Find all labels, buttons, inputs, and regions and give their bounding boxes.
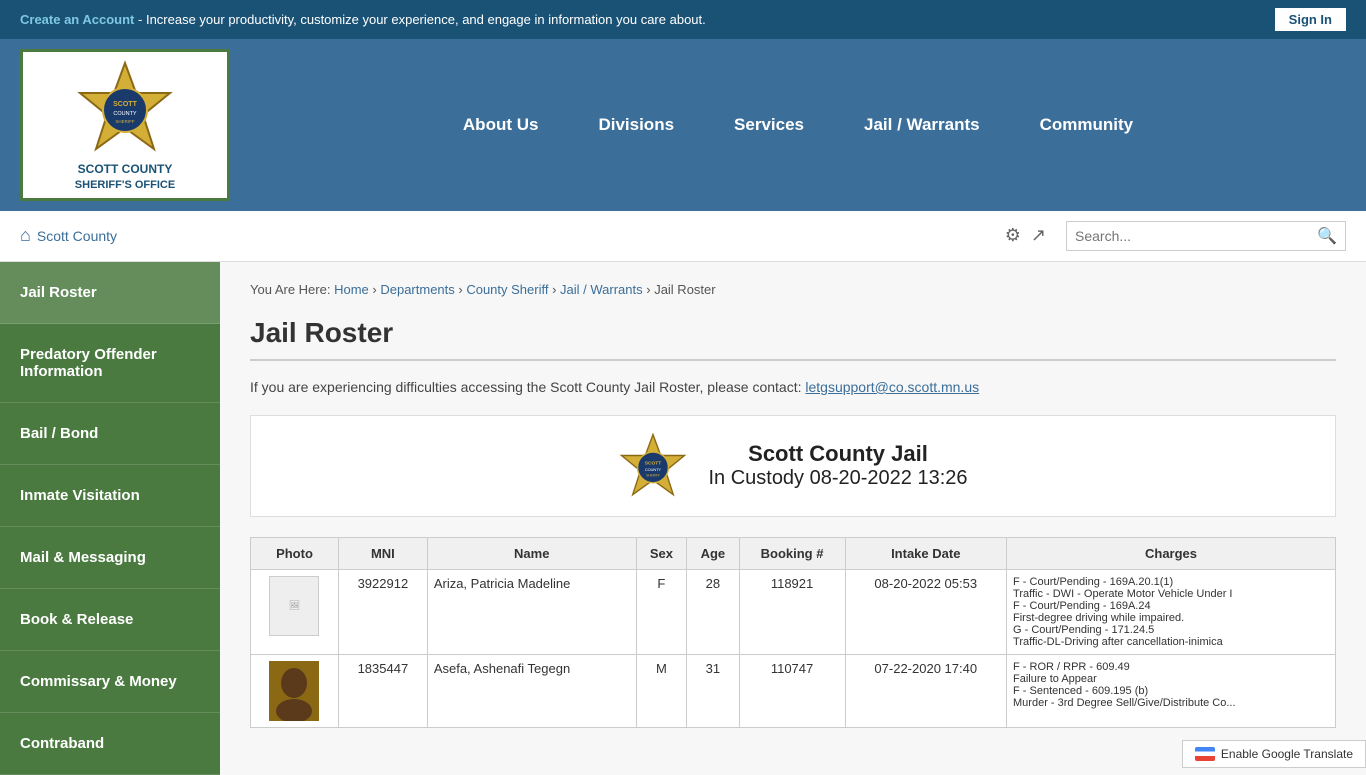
table-header-row: Photo MNI Name Sex Age Booking # Intake … bbox=[251, 537, 1336, 569]
logo-area: SCOTT COUNTY SHERIFF SCOTT COUNTY SHERIF… bbox=[20, 49, 230, 201]
col-intake: Intake Date bbox=[845, 537, 1007, 569]
roster-title-line2: In Custody 08-20-2022 13:26 bbox=[708, 467, 967, 490]
cell-photo: 🖼 bbox=[251, 569, 339, 654]
cell-intake: 07-22-2020 17:40 bbox=[845, 654, 1007, 727]
search-input[interactable] bbox=[1075, 228, 1317, 244]
top-bar-tagline: - Increase your productivity, customize … bbox=[138, 12, 706, 27]
photo-placeholder: 🖼 bbox=[269, 576, 319, 636]
site-header: SCOTT COUNTY SHERIFF SCOTT COUNTY SHERIF… bbox=[0, 39, 1366, 211]
col-booking: Booking # bbox=[739, 537, 845, 569]
breadcrumb-departments[interactable]: Departments bbox=[380, 282, 454, 297]
nav-divisions[interactable]: Divisions bbox=[568, 85, 704, 165]
col-age: Age bbox=[687, 537, 739, 569]
sidebar-item-commissary-money[interactable]: Commissary & Money bbox=[0, 651, 220, 713]
nav-about-us[interactable]: About Us bbox=[433, 85, 569, 165]
translate-bar[interactable]: Enable Google Translate bbox=[1182, 740, 1366, 768]
breadcrumb-home[interactable]: Home bbox=[334, 282, 369, 297]
sidebar-item-mail-messaging[interactable]: Mail & Messaging bbox=[0, 527, 220, 589]
svg-text:SHERIFF: SHERIFF bbox=[647, 473, 661, 477]
svg-text:SCOTT: SCOTT bbox=[113, 101, 137, 108]
col-photo: Photo bbox=[251, 537, 339, 569]
nav-services[interactable]: Services bbox=[704, 85, 834, 165]
breadcrumb: You Are Here: Home › Departments › Count… bbox=[250, 282, 1336, 297]
you-are-here-label: You Are Here: bbox=[250, 282, 330, 297]
cell-mni: 1835447 bbox=[338, 654, 427, 727]
breadcrumb-jail-warrants[interactable]: Jail / Warrants bbox=[560, 282, 643, 297]
cell-charges: F - ROR / RPR - 609.49 Failure to Appear… bbox=[1007, 654, 1336, 727]
nav-community[interactable]: Community bbox=[1010, 85, 1164, 165]
roster-header: SCOTT COUNTY SHERIFF Scott County Jail I… bbox=[250, 415, 1336, 517]
cell-charges: F - Court/Pending - 169A.20.1(1) Traffic… bbox=[1007, 569, 1336, 654]
page-title: Jail Roster bbox=[250, 317, 1336, 361]
settings-icon[interactable]: ⚙ bbox=[1005, 225, 1021, 246]
svg-text:COUNTY: COUNTY bbox=[645, 468, 662, 472]
cell-sex: M bbox=[636, 654, 686, 727]
cell-photo bbox=[251, 654, 339, 727]
inmate-face-icon bbox=[269, 661, 319, 721]
page-layout: Jail Roster Predatory Offender Informati… bbox=[0, 262, 1366, 775]
contact-email-link[interactable]: letgsupport@co.scott.mn.us bbox=[805, 379, 979, 395]
cell-age: 28 bbox=[687, 569, 739, 654]
cell-intake: 08-20-2022 05:53 bbox=[845, 569, 1007, 654]
svg-text:COUNTY: COUNTY bbox=[113, 111, 137, 117]
main-content: You Are Here: Home › Departments › Count… bbox=[220, 262, 1366, 775]
sidebar-item-book-release[interactable]: Book & Release bbox=[0, 589, 220, 651]
col-sex: Sex bbox=[636, 537, 686, 569]
home-link[interactable]: Scott County bbox=[37, 228, 117, 244]
cell-age: 31 bbox=[687, 654, 739, 727]
cell-booking: 118921 bbox=[739, 569, 845, 654]
sidebar-item-contraband[interactable]: Contraband bbox=[0, 713, 220, 775]
svg-text:SHERIFF: SHERIFF bbox=[115, 119, 135, 124]
breadcrumb-nav: ⌂ Scott County bbox=[20, 225, 995, 246]
sidebar: Jail Roster Predatory Offender Informati… bbox=[0, 262, 220, 775]
roster-title-line1: Scott County Jail bbox=[708, 441, 967, 467]
sheriff-star-icon: SCOTT COUNTY SHERIFF bbox=[75, 58, 175, 158]
col-charges: Charges bbox=[1007, 537, 1336, 569]
sign-in-button[interactable]: Sign In bbox=[1275, 8, 1346, 31]
breadcrumb-current: Jail Roster bbox=[654, 282, 715, 297]
google-translate-icon bbox=[1195, 747, 1215, 761]
sidebar-item-predatory-offender[interactable]: Predatory Offender Information bbox=[0, 324, 220, 403]
create-account-link[interactable]: Create an Account bbox=[20, 12, 134, 27]
search-button[interactable]: 🔍 bbox=[1317, 226, 1337, 246]
roster-table: Photo MNI Name Sex Age Booking # Intake … bbox=[250, 537, 1336, 728]
col-name: Name bbox=[427, 537, 636, 569]
cell-mni: 3922912 bbox=[338, 569, 427, 654]
logo-badge: SCOTT COUNTY SHERIFF bbox=[75, 58, 175, 158]
col-mni: MNI bbox=[338, 537, 427, 569]
cell-sex: F bbox=[636, 569, 686, 654]
cell-name: Ariza, Patricia Madeline bbox=[427, 569, 636, 654]
search-area: 🔍 bbox=[1066, 221, 1346, 251]
top-bar: Create an Account - Increase your produc… bbox=[0, 0, 1366, 39]
sidebar-item-jail-roster[interactable]: Jail Roster bbox=[0, 262, 220, 324]
table-row: 1835447 Asefa, Ashenafi Tegegn M 31 1107… bbox=[251, 654, 1336, 727]
cell-name: Asefa, Ashenafi Tegegn bbox=[427, 654, 636, 727]
roster-title: Scott County Jail In Custody 08-20-2022 … bbox=[708, 441, 967, 490]
nav-jail-warrants[interactable]: Jail / Warrants bbox=[834, 85, 1010, 165]
sub-header-icons: ⚙ ↗ bbox=[1005, 225, 1046, 246]
sidebar-item-bail-bond[interactable]: Bail / Bond bbox=[0, 403, 220, 465]
roster-star-icon: SCOTT COUNTY SHERIFF bbox=[618, 431, 688, 501]
table-row: 🖼 3922912 Ariza, Patricia Madeline F 28 … bbox=[251, 569, 1336, 654]
top-bar-message: Create an Account - Increase your produc… bbox=[20, 12, 706, 27]
breadcrumb-county-sheriff[interactable]: County Sheriff bbox=[466, 282, 548, 297]
sidebar-item-inmate-visitation[interactable]: Inmate Visitation bbox=[0, 465, 220, 527]
svg-text:SCOTT: SCOTT bbox=[645, 460, 662, 466]
share-icon[interactable]: ↗ bbox=[1031, 225, 1046, 246]
cell-booking: 110747 bbox=[739, 654, 845, 727]
roster-badge: SCOTT COUNTY SHERIFF bbox=[618, 431, 688, 501]
notice-text: If you are experiencing difficulties acc… bbox=[250, 379, 1336, 395]
translate-label: Enable Google Translate bbox=[1221, 747, 1353, 761]
home-icon: ⌂ bbox=[20, 225, 31, 246]
sub-header: ⌂ Scott County ⚙ ↗ 🔍 bbox=[0, 211, 1366, 262]
main-nav: About Us Divisions Services Jail / Warra… bbox=[250, 85, 1346, 165]
inmate-photo bbox=[269, 661, 319, 721]
logo-text: SCOTT COUNTY SHERIFF'S OFFICE bbox=[75, 162, 175, 192]
